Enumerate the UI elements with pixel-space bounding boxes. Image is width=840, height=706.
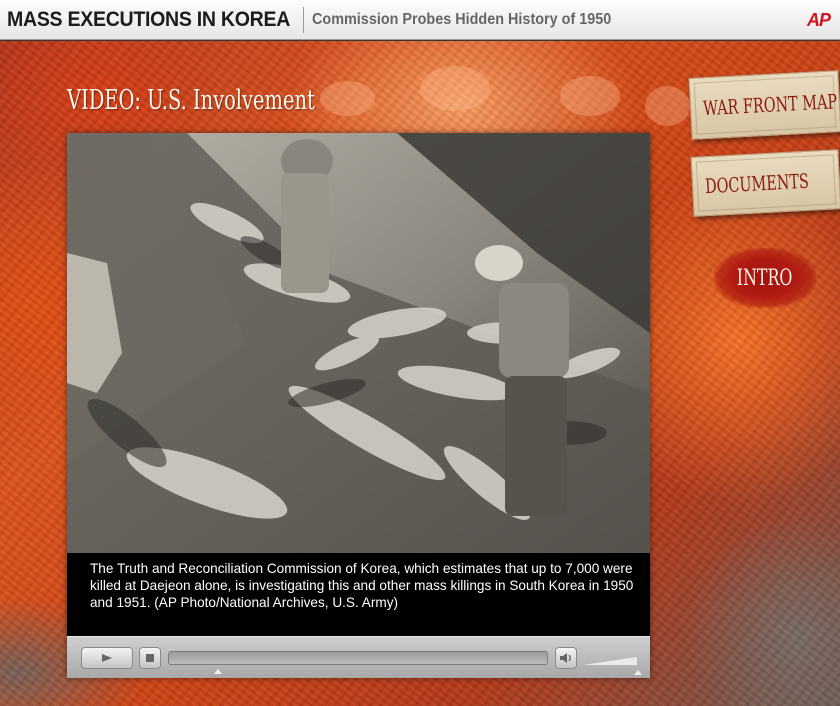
- main-stage: VIDEO: U.S. Involvement The Truth and Re…: [0, 41, 840, 706]
- video-frame-photo[interactable]: [67, 133, 650, 553]
- seek-thumb[interactable]: [214, 668, 223, 674]
- volume-level: [583, 656, 637, 665]
- background-figure-helmet: [645, 86, 690, 126]
- page-subtitle: Commission Probes Hidden History of 1950: [312, 10, 612, 28]
- page-title: MASS EXECUTIONS IN KOREA: [7, 7, 291, 31]
- header-bar: MASS EXECUTIONS IN KOREA Commission Prob…: [0, 0, 840, 40]
- intro-button[interactable]: INTRO: [714, 248, 816, 308]
- background-figure-helmet: [560, 76, 620, 116]
- speaker-icon: [560, 652, 571, 663]
- documents-label: DOCUMENTS: [704, 168, 810, 199]
- intro-label: INTRO: [737, 265, 793, 291]
- soldier-standing: [281, 139, 333, 293]
- video-player[interactable]: The Truth and Reconciliation Commission …: [67, 133, 650, 678]
- header-divider: [303, 6, 305, 33]
- war-front-map-label: WAR FRONT MAP: [702, 89, 838, 121]
- war-front-map-button[interactable]: WAR FRONT MAP: [688, 70, 840, 140]
- video-heading: VIDEO: U.S. Involvement: [67, 85, 315, 116]
- video-caption: The Truth and Reconciliation Commission …: [90, 561, 634, 610]
- documents-button[interactable]: DOCUMENTS: [690, 149, 840, 217]
- background-figure-helmet: [320, 81, 375, 116]
- volume-slider[interactable]: [583, 651, 642, 675]
- play-icon: [102, 653, 112, 662]
- player-controls: [67, 636, 650, 678]
- volume-button[interactable]: [555, 646, 577, 669]
- ap-logo[interactable]: AP: [807, 10, 831, 31]
- caption-box: The Truth and Reconciliation Commission …: [67, 553, 650, 636]
- stop-button[interactable]: [139, 646, 161, 669]
- seek-bar[interactable]: [168, 650, 548, 674]
- background-figure-helmet: [420, 66, 490, 111]
- stop-icon: [146, 653, 154, 662]
- volume-thumb[interactable]: [634, 669, 642, 675]
- photo-scene: [67, 133, 650, 553]
- play-button[interactable]: [81, 646, 133, 669]
